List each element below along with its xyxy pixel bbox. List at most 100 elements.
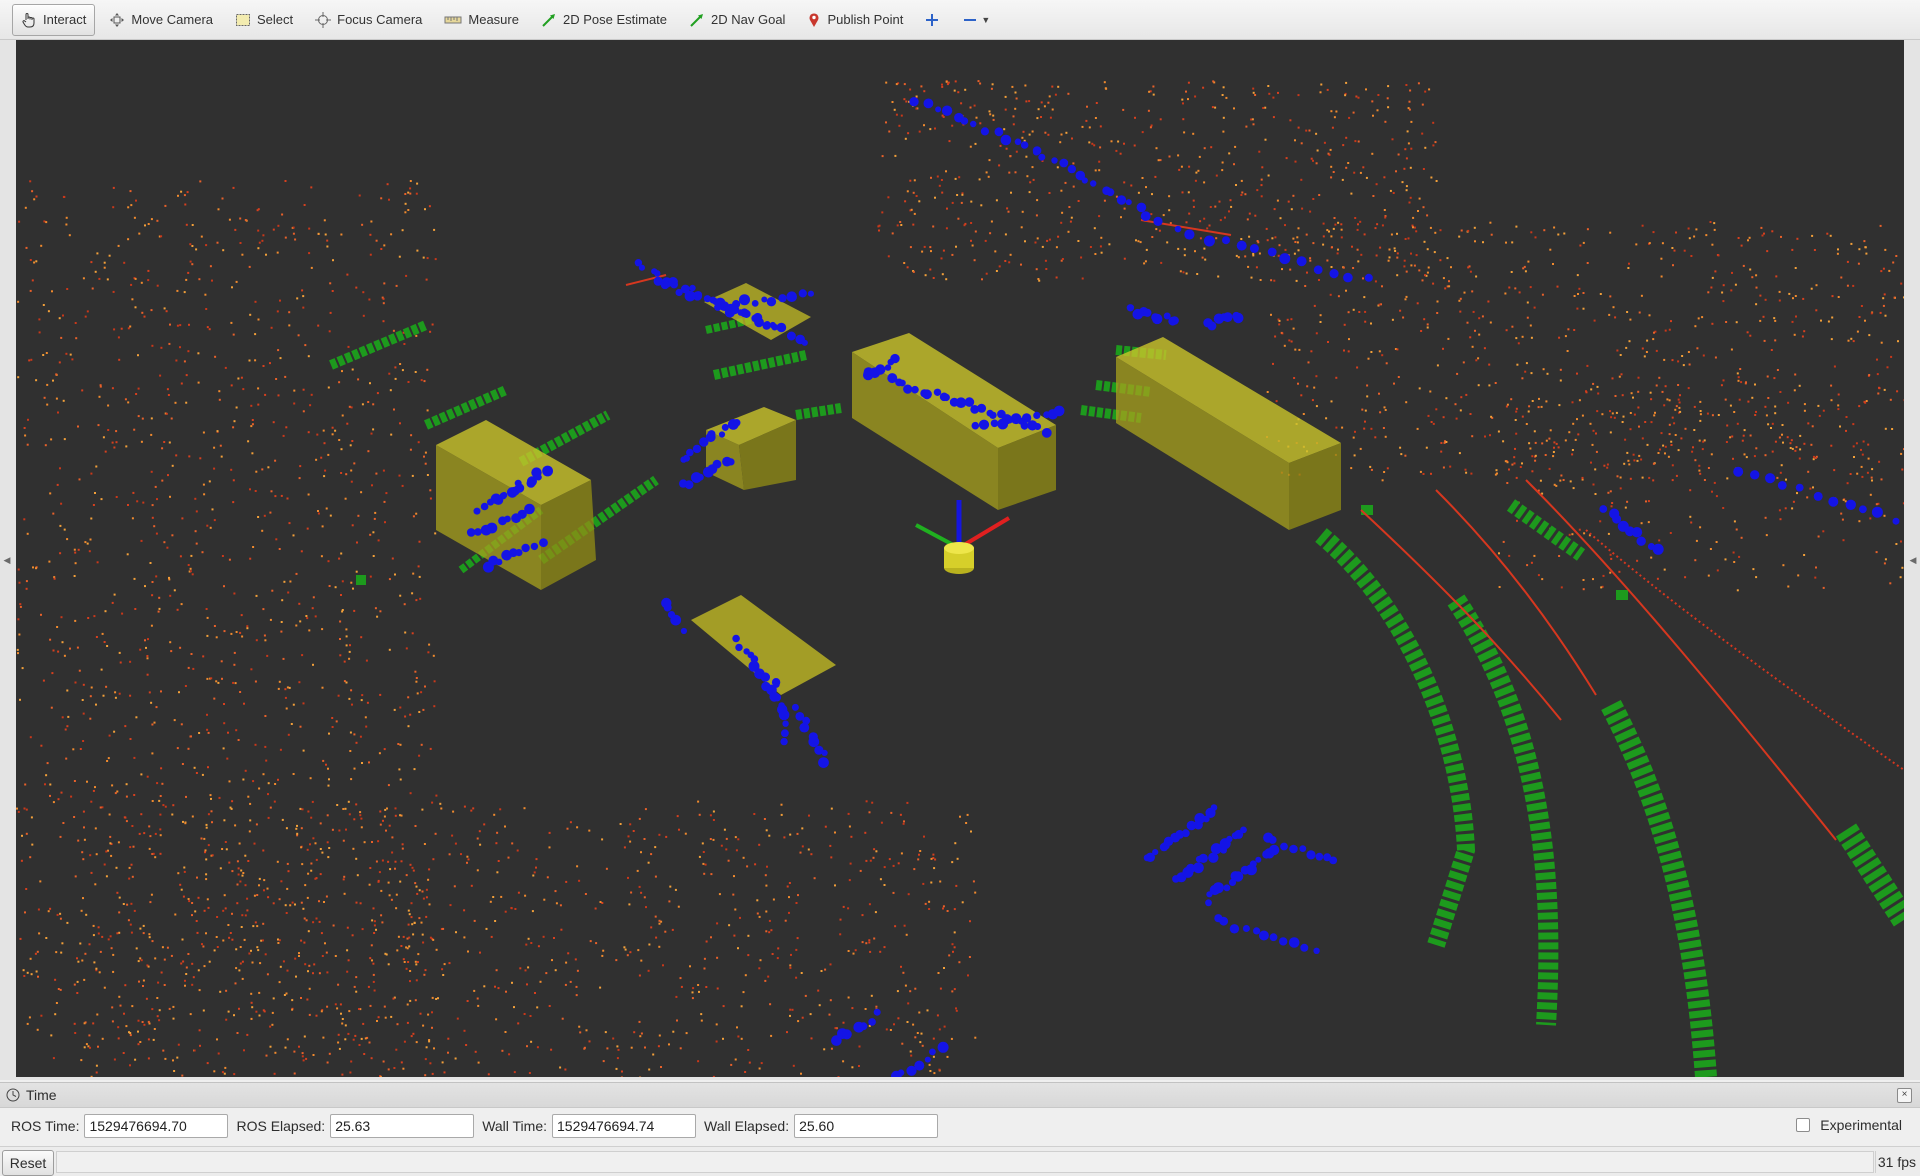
cloud-point (507, 856, 510, 859)
scene-canvas[interactable] (16, 40, 1904, 1077)
cloud-point (1081, 277, 1084, 280)
cloud-point (1713, 481, 1716, 484)
focus-camera-tool-button[interactable]: Focus Camera (307, 5, 430, 35)
cluster-dot (1125, 199, 1132, 206)
experimental-toggle[interactable]: Experimental (1796, 1117, 1902, 1133)
cloud-point (105, 850, 108, 853)
cloud-point (340, 1012, 342, 1015)
cloud-point (237, 377, 240, 380)
cloud-point (1110, 140, 1113, 143)
cloud-point (734, 836, 737, 839)
cloud-point (101, 1037, 104, 1040)
cloud-point (672, 1030, 675, 1033)
cloud-point (96, 561, 99, 564)
cloud-point (1444, 287, 1447, 290)
cloud-point (395, 893, 398, 896)
cloud-point (96, 1013, 99, 1016)
cloud-point (1459, 297, 1462, 300)
cloud-point (76, 980, 79, 983)
cloud-point (142, 932, 145, 935)
cloud-point (1592, 483, 1595, 486)
cloud-point (1868, 334, 1871, 337)
cloud-point (76, 957, 78, 960)
cloud-point (262, 1009, 265, 1012)
cloud-point (85, 913, 88, 916)
cloud-point (1510, 398, 1513, 401)
cloud-point (57, 411, 59, 414)
cloud-point (213, 949, 216, 952)
cloud-point (1733, 561, 1736, 563)
cloud-point (483, 985, 486, 988)
reset-button[interactable]: Reset (2, 1150, 54, 1176)
cluster-dot (1236, 240, 1247, 251)
cloud-point (495, 969, 498, 972)
cloud-point (1730, 348, 1733, 351)
3d-render-viewport[interactable] (16, 40, 1904, 1077)
cloud-point (348, 697, 351, 700)
cloud-point (376, 392, 379, 395)
ros-elapsed-field[interactable]: 25.63 (330, 1114, 475, 1138)
cloud-point (256, 894, 259, 896)
close-panel-icon[interactable]: × (1897, 1088, 1912, 1103)
right-dock-handle[interactable]: ◀ (1906, 40, 1920, 1080)
cloud-point (1333, 116, 1336, 119)
chevron-down-icon[interactable]: ▼ (981, 15, 990, 25)
cluster-dot (1210, 804, 1218, 811)
cloud-point (995, 270, 998, 272)
cloud-point (81, 699, 84, 701)
cloud-point (322, 759, 325, 762)
cloud-point (248, 952, 251, 955)
cloud-point (1470, 472, 1473, 475)
2d-nav-goal-tool-button[interactable]: 2D Nav Goal (681, 5, 793, 35)
cloud-point (345, 681, 348, 684)
cluster-dot (1170, 316, 1179, 325)
cloud-point (684, 832, 687, 835)
map-pin-icon (809, 12, 819, 27)
measure-tool-button[interactable]: Measure (436, 5, 527, 35)
interact-tool-button[interactable]: Interact (12, 3, 96, 36)
cloud-point (1876, 358, 1878, 361)
cloud-point (230, 632, 233, 635)
cloud-point (321, 628, 324, 631)
wall-time-field[interactable]: 1529476694.74 (552, 1114, 697, 1138)
cloud-point (1467, 229, 1470, 232)
cloud-point (1795, 446, 1798, 449)
cloud-point (111, 1020, 114, 1023)
cloud-point (191, 245, 194, 247)
cloud-point (433, 680, 436, 683)
cloud-point (1852, 423, 1855, 426)
cloud-point (1654, 411, 1656, 414)
2d-pose-estimate-tool-button[interactable]: 2D Pose Estimate (533, 5, 675, 35)
cloud-point (1681, 355, 1684, 357)
cloud-point (239, 880, 242, 883)
experimental-checkbox[interactable] (1796, 1118, 1811, 1132)
move-camera-tool-button[interactable]: Move Camera (101, 5, 221, 35)
cloud-point (1534, 454, 1537, 457)
cloud-point (1445, 397, 1448, 400)
cloud-point (159, 834, 162, 837)
cloud-point (424, 1074, 427, 1077)
cloud-point (1671, 416, 1674, 419)
cloud-point (207, 766, 209, 769)
cloud-point (1870, 476, 1873, 479)
cloud-point (1527, 260, 1530, 263)
cloud-point (766, 865, 768, 868)
cloud-point (161, 447, 164, 450)
cloud-point (1055, 276, 1058, 279)
publish-point-tool-button[interactable]: Publish Point (799, 5, 911, 35)
ros-time-field[interactable]: 1529476694.70 (84, 1114, 229, 1138)
select-tool-button[interactable]: Select (227, 5, 301, 35)
remove-tool-button[interactable]: ▼ (955, 5, 998, 35)
cloud-point (1341, 178, 1344, 181)
cloud-point (1203, 217, 1206, 220)
cluster-dot (527, 476, 537, 487)
cloud-point (1626, 451, 1629, 454)
cloud-point (1813, 249, 1816, 251)
cloud-point (524, 969, 527, 972)
wall-elapsed-field[interactable]: 25.60 (794, 1114, 939, 1138)
left-dock-handle[interactable]: ◀ (0, 40, 14, 1080)
cloud-point (176, 747, 179, 750)
add-tool-button[interactable] (917, 5, 949, 35)
cloud-point (89, 1046, 91, 1049)
cloud-point (1008, 261, 1011, 264)
